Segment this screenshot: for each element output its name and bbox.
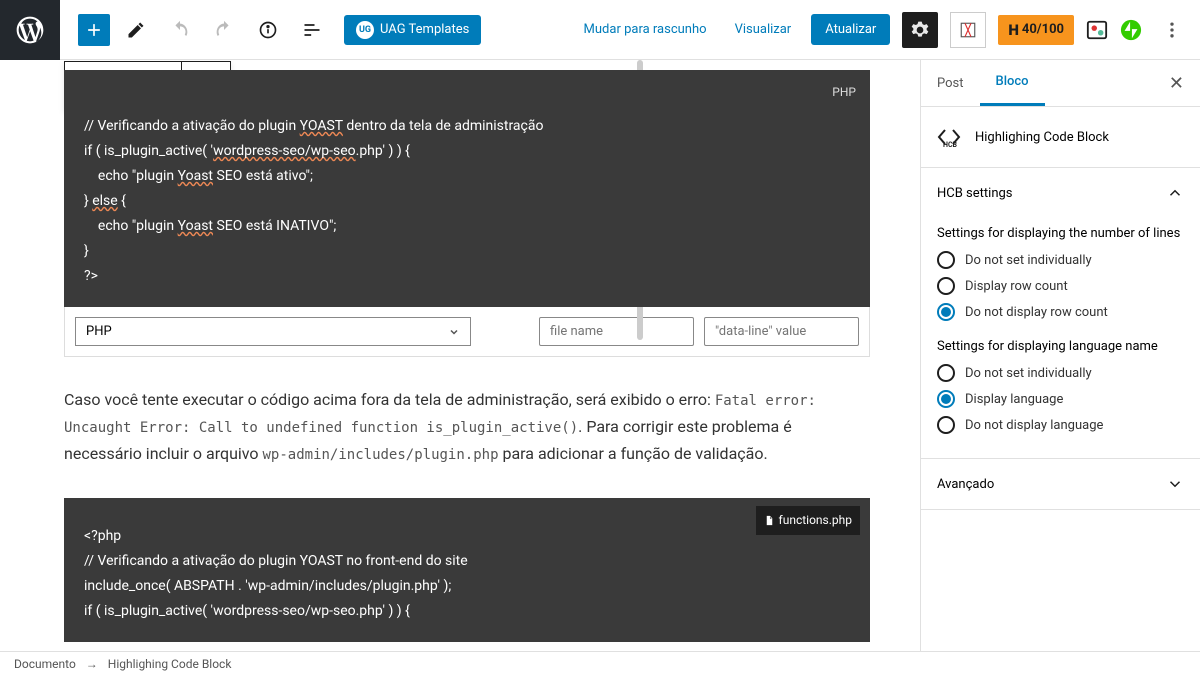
readability-score-button[interactable]: H 40/100 — [998, 15, 1074, 45]
undo-button[interactable] — [162, 12, 198, 48]
block-title: Highlighing Code Block — [975, 130, 1109, 145]
radio-indicator — [937, 416, 955, 434]
tab-block[interactable]: Bloco — [980, 60, 1045, 106]
close-sidebar-button[interactable]: ✕ — [1153, 73, 1200, 94]
preview-link[interactable]: Visualizar — [727, 16, 800, 43]
code-line: ?> — [84, 264, 850, 289]
editor-topbar: UG UAG Templates Mudar para rascunho Vis… — [0, 0, 1200, 60]
radio-lang-1[interactable]: Display language — [937, 390, 1184, 408]
code-line: // Verificando a ativação do plugin YOAS… — [84, 549, 850, 574]
svg-text:HCB: HCB — [943, 141, 958, 149]
more-options-button[interactable] — [1154, 12, 1190, 48]
radio-label: Display language — [965, 392, 1063, 407]
code-line: echo "plugin Yoast SEO está ativo"; — [84, 164, 850, 189]
code-line: } else { — [84, 189, 850, 214]
radio-label: Do not display language — [965, 418, 1103, 433]
add-block-button[interactable] — [78, 14, 110, 46]
code-line: if ( is_plugin_active( 'wordpress-seo/wp… — [84, 139, 850, 164]
chevron-down-icon — [448, 326, 460, 338]
language-select-value: PHP — [86, 324, 112, 339]
panel-title: Avançado — [937, 477, 994, 492]
language-select[interactable]: PHP — [75, 317, 471, 346]
breadcrumb-root[interactable]: Documento — [14, 657, 76, 671]
radio-label: Do not set individually — [965, 366, 1092, 381]
lang-setting-title: Settings for displaying language name — [937, 339, 1184, 354]
radio-lines-0[interactable]: Do not set individually — [937, 251, 1184, 269]
radio-label: Display row count — [965, 279, 1068, 294]
hcb-panel-toggle[interactable]: HCB settings — [921, 168, 1200, 218]
code-line: if ( is_plugin_active( 'wordpress-seo/wp… — [84, 599, 850, 624]
main-area: HCB PHP // Verificando a ativação do plu… — [0, 60, 1200, 651]
radio-indicator — [937, 277, 955, 295]
wordpress-logo[interactable] — [0, 0, 60, 60]
topbar-tools-right: Mudar para rascunho Visualizar Atualizar… — [576, 12, 1200, 48]
code-block-1[interactable]: PHP // Verificando a ativação do plugin … — [64, 70, 870, 307]
uag-badge-icon: UG — [356, 21, 374, 39]
breadcrumb-sep: → — [86, 657, 98, 671]
radio-label: Do not display row count — [965, 305, 1108, 320]
code-line: // Verificando a ativação do plugin YOAS… — [84, 114, 850, 139]
code-line: <?php — [84, 524, 850, 549]
radio-label: Do not set individually — [965, 253, 1092, 268]
uag-label: UAG Templates — [380, 22, 469, 37]
paragraph-text[interactable]: Caso você tente executar o código acima … — [64, 387, 870, 468]
uag-templates-button[interactable]: UG UAG Templates — [344, 15, 481, 45]
hcb-settings-panel: HCB settings Settings for displaying the… — [921, 168, 1200, 459]
sidebar-tabs: Post Bloco ✕ — [921, 60, 1200, 107]
prose-text: Caso você tente executar o código acima … — [64, 390, 715, 409]
outline-button[interactable] — [294, 12, 330, 48]
radio-lines-2[interactable]: Do not display row count — [937, 303, 1184, 321]
language-tag: PHP — [832, 80, 856, 105]
switch-to-draft-link[interactable]: Mudar para rascunho — [576, 16, 715, 43]
update-button[interactable]: Atualizar — [811, 14, 890, 45]
block-controls: PHP — [64, 307, 870, 357]
block-type-header: HCB Highlighing Code Block — [921, 107, 1200, 168]
radio-indicator — [937, 390, 955, 408]
code-line: } — [84, 239, 850, 264]
radio-indicator — [937, 303, 955, 321]
accessibility-check-button[interactable] — [950, 12, 986, 48]
hcb-icon: HCB — [937, 125, 961, 149]
panel-title: HCB settings — [937, 186, 1013, 201]
code-line: echo "plugin Yoast SEO está INATIVO"; — [84, 214, 850, 239]
chevron-up-icon — [1166, 184, 1184, 202]
prose-mono: wp-admin/includes/plugin.php — [263, 447, 499, 463]
radio-lines-1[interactable]: Display row count — [937, 277, 1184, 295]
redo-button[interactable] — [206, 12, 242, 48]
chevron-down-icon — [1166, 475, 1184, 493]
score-h-icon: H — [1008, 21, 1019, 39]
prose-text: para adicionar a função de validação. — [499, 444, 768, 463]
jetpack-icon[interactable] — [1120, 19, 1142, 41]
topbar-tools-left: UG UAG Templates — [60, 12, 481, 48]
breadcrumb-block[interactable]: Highlighing Code Block — [108, 657, 232, 671]
yoast-icon[interactable] — [1086, 19, 1108, 41]
panel-body: Settings for displaying the number of li… — [921, 226, 1200, 458]
breadcrumb-bar: Documento → Highlighing Code Block — [0, 651, 1200, 675]
tab-post[interactable]: Post — [921, 62, 980, 105]
radio-indicator — [937, 364, 955, 382]
file-tag-name: functions.php — [779, 508, 852, 533]
file-tag: functions.php — [756, 506, 860, 535]
advanced-panel: Avançado — [921, 459, 1200, 510]
line-count-setting-title: Settings for displaying the number of li… — [937, 226, 1184, 241]
dataline-input[interactable] — [704, 317, 859, 346]
settings-sidebar: Post Bloco ✕ HCB Highlighing Code Block … — [920, 60, 1200, 651]
code-line: include_once( ABSPATH . 'wp-admin/includ… — [84, 574, 850, 599]
code-block-2[interactable]: functions.php <?php// Verificando a ativ… — [64, 498, 870, 642]
score-value: 40/100 — [1022, 22, 1064, 37]
settings-button[interactable] — [902, 12, 938, 48]
file-icon — [764, 515, 775, 526]
editor-canvas[interactable]: HCB PHP // Verificando a ativação do plu… — [0, 60, 920, 651]
advanced-panel-toggle[interactable]: Avançado — [921, 459, 1200, 509]
filename-input[interactable] — [539, 317, 694, 346]
radio-lang-0[interactable]: Do not set individually — [937, 364, 1184, 382]
edit-tool-button[interactable] — [118, 12, 154, 48]
info-button[interactable] — [250, 12, 286, 48]
radio-lang-2[interactable]: Do not display language — [937, 416, 1184, 434]
radio-indicator — [937, 251, 955, 269]
